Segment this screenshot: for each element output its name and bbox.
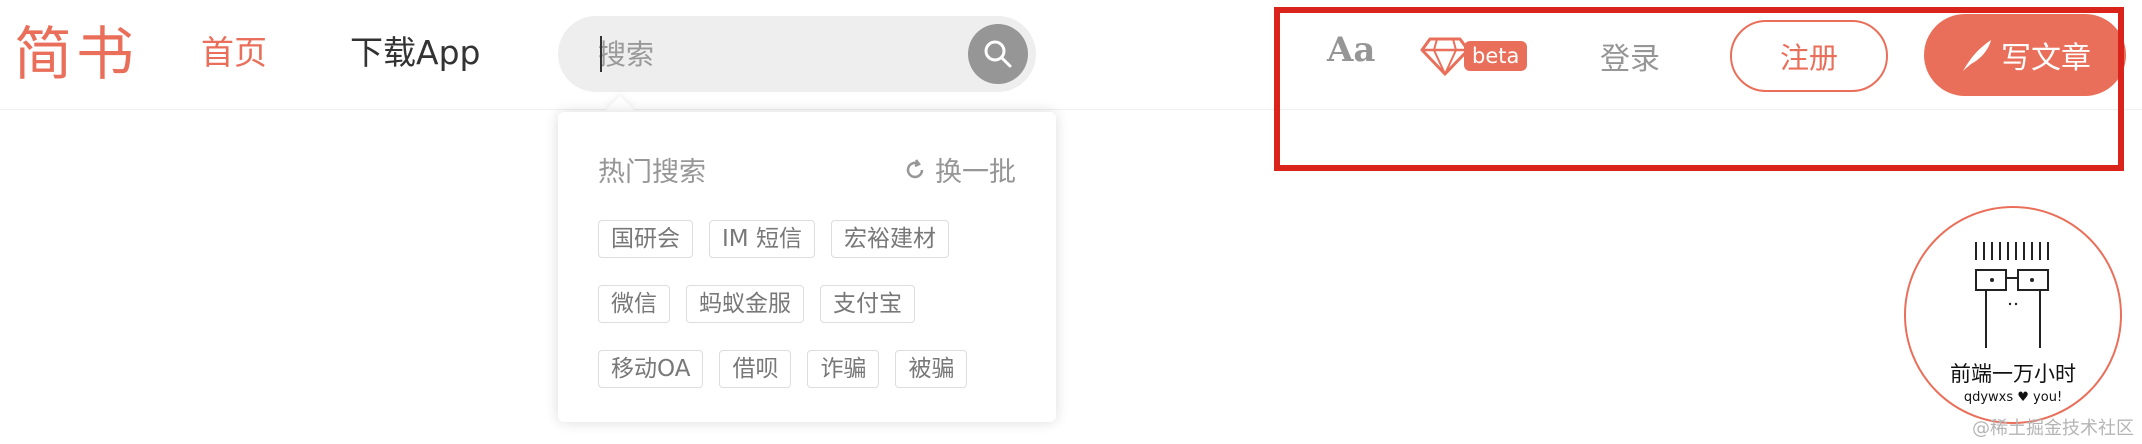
nav-home-link[interactable]: 首页	[201, 28, 267, 78]
highlight-annotation-box	[1274, 7, 2124, 171]
watermark: @稀土掘金技术社区	[1972, 418, 2134, 439]
refresh-label: 换一批	[935, 157, 1016, 188]
tag-row: 国研会 IM 短信 宏裕建材	[598, 220, 1038, 258]
hot-search-tags: 国研会 IM 短信 宏裕建材 微信 蚂蚁金服 支付宝 移动OA 借呗 诈骗 被骗	[598, 220, 1038, 415]
author-tagline: qdywxs ♥ you!	[1963, 390, 2063, 405]
logo[interactable]: 简书	[14, 14, 138, 94]
text-caret	[600, 36, 602, 72]
hot-search-tag[interactable]: 诈骗	[807, 350, 880, 388]
hot-search-title: 热门搜索	[598, 157, 706, 188]
search-bar	[558, 16, 1036, 92]
hot-search-tag[interactable]: 支付宝	[820, 285, 915, 323]
search-icon	[984, 40, 1012, 68]
author-name: 前端一万小时	[1950, 362, 2076, 386]
hot-search-tag[interactable]: 移动OA	[598, 350, 704, 388]
hot-search-tag[interactable]: 宏裕建材	[830, 220, 949, 258]
search-button[interactable]	[968, 24, 1028, 84]
refresh-button[interactable]: 换一批	[903, 150, 1016, 189]
cartoon-face-icon	[1975, 242, 2049, 348]
hot-search-dropdown: 热门搜索 换一批 国研会 IM 短信 宏裕建材 微信 蚂蚁金服 支付宝 移动OA…	[558, 112, 1056, 422]
tag-row: 移动OA 借呗 诈骗 被骗	[598, 350, 1038, 388]
hot-search-tag[interactable]: 微信	[598, 285, 670, 323]
dropdown-arrow	[604, 96, 636, 112]
hot-search-tag[interactable]: 借呗	[719, 350, 792, 388]
hot-search-tag[interactable]: 国研会	[598, 220, 693, 258]
nav-download-app-link[interactable]: 下载App	[350, 28, 480, 78]
refresh-icon	[906, 158, 924, 178]
hot-search-tag[interactable]: IM 短信	[709, 220, 815, 258]
hot-search-tag[interactable]: 被骗	[895, 350, 968, 388]
tag-row: 微信 蚂蚁金服 支付宝	[598, 285, 1038, 323]
search-input[interactable]	[598, 32, 938, 76]
author-avatar-badge: 前端一万小时 qdywxs ♥ you!	[1904, 206, 2122, 424]
hot-search-tag[interactable]: 蚂蚁金服	[686, 285, 804, 323]
